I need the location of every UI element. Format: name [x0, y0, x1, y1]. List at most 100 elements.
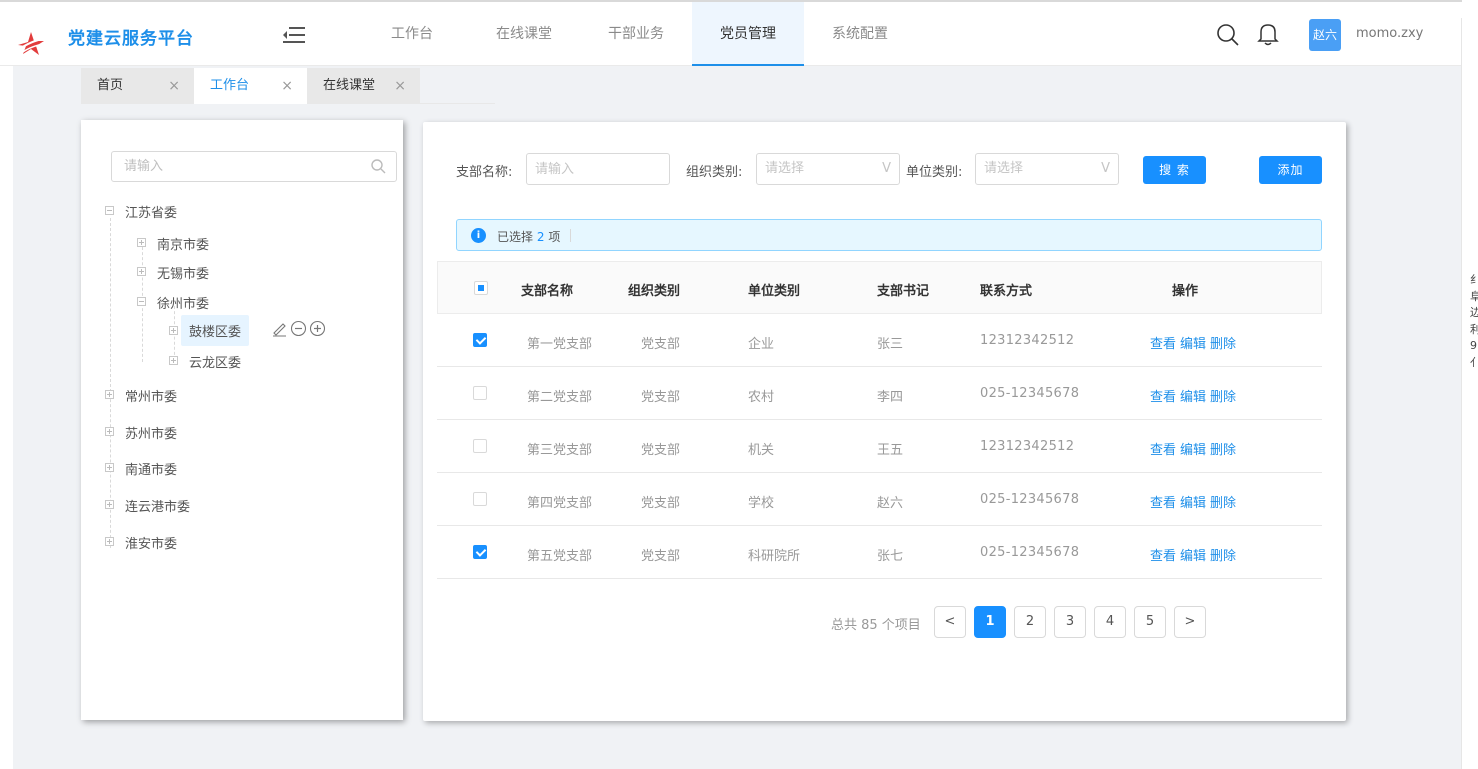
close-icon[interactable]: ×	[168, 68, 180, 104]
page-button-1[interactable]: 1	[974, 606, 1006, 638]
add-button[interactable]: 添加	[1259, 156, 1322, 184]
edit-link[interactable]: 编辑	[1180, 337, 1206, 352]
menu-collapse-icon[interactable]	[283, 26, 305, 44]
bell-icon[interactable]	[1257, 22, 1279, 46]
nav-item-system-config[interactable]: 系统配置	[804, 2, 916, 66]
select-placeholder: 请选择	[765, 161, 805, 176]
tree-node-label: 无锡市委	[157, 267, 210, 282]
expand-icon[interactable]	[105, 537, 114, 546]
branch-list-panel: 支部名称: 组织类别: 请选择 V 单位类别: 请选择 V 搜 索 添加 i 已…	[423, 122, 1346, 721]
branch-name-input[interactable]	[527, 154, 669, 184]
close-icon[interactable]: ×	[394, 68, 406, 104]
edit-link[interactable]: 编辑	[1180, 443, 1206, 458]
cell-name: 第三党支部	[527, 443, 593, 458]
right-edge-divider	[1461, 18, 1462, 769]
cell-contact: 025-12345678	[980, 492, 1080, 507]
col-org-type: 组织类别	[628, 284, 681, 299]
col-actions: 操作	[1172, 284, 1199, 299]
search-icon[interactable]	[371, 159, 386, 174]
expand-icon[interactable]	[105, 390, 114, 399]
row-checkbox[interactable]	[473, 439, 487, 453]
expand-icon[interactable]	[105, 427, 114, 436]
cell-contact: 12312342512	[980, 439, 1075, 454]
close-icon[interactable]: ×	[281, 68, 293, 104]
pagination-total: 总共 85 个项目	[831, 618, 921, 633]
edit-link[interactable]: 编辑	[1180, 496, 1206, 511]
row-checkbox[interactable]	[473, 545, 487, 559]
nav-item-member-management[interactable]: 党员管理	[692, 2, 804, 66]
org-type-select[interactable]: 请选择 V	[756, 153, 900, 185]
edit-link[interactable]: 编辑	[1180, 549, 1206, 564]
view-link[interactable]: 查看	[1150, 390, 1176, 405]
cell-secretary: 张七	[877, 549, 904, 564]
user-name[interactable]: momo.zxy	[1356, 26, 1423, 41]
search-icon[interactable]	[1216, 23, 1240, 47]
cell-org: 党支部	[641, 337, 681, 352]
prev-page-button[interactable]: <	[934, 606, 966, 638]
page-button-3[interactable]: 3	[1054, 606, 1086, 638]
row-checkbox[interactable]	[473, 492, 487, 506]
selection-alert: i 已选择 2 项	[456, 219, 1322, 251]
collapse-icon[interactable]	[137, 297, 146, 306]
next-page-button[interactable]: >	[1174, 606, 1206, 638]
nav-item-cadre-business[interactable]: 干部业务	[580, 2, 692, 66]
row-checkbox[interactable]	[473, 386, 487, 400]
avatar[interactable]: 赵六	[1309, 19, 1341, 51]
tab-home[interactable]: 首页 ×	[81, 68, 194, 104]
edit-icon[interactable]	[271, 320, 288, 337]
page-button-4[interactable]: 4	[1094, 606, 1126, 638]
edge-char: 阜	[1470, 289, 1478, 303]
nav-item-workbench[interactable]: 工作台	[356, 2, 468, 66]
cell-unit: 农村	[748, 390, 775, 405]
expand-icon[interactable]	[105, 500, 114, 509]
cell-secretary: 王五	[877, 443, 904, 458]
collapse-icon[interactable]	[105, 206, 114, 215]
page-button-5[interactable]: 5	[1134, 606, 1166, 638]
expand-icon[interactable]	[137, 238, 146, 247]
table-header: 支部名称 组织类别 单位类别 支部书记 联系方式 操作	[437, 261, 1322, 314]
tree-node-label: 云龙区委	[189, 356, 242, 371]
view-link[interactable]: 查看	[1150, 443, 1176, 458]
tab-workbench[interactable]: 工作台 ×	[194, 68, 307, 104]
delete-link[interactable]: 删除	[1210, 443, 1236, 458]
col-branch-name: 支部名称	[521, 284, 574, 299]
expand-icon[interactable]	[105, 463, 114, 472]
expand-icon[interactable]	[137, 267, 146, 276]
page-button-2[interactable]: 2	[1014, 606, 1046, 638]
view-link[interactable]: 查看	[1150, 549, 1176, 564]
row-checkbox[interactable]	[473, 333, 487, 347]
tree-node-label: 连云港市委	[125, 500, 191, 515]
cell-contact: 025-12345678	[980, 545, 1080, 560]
edge-char: 亻	[1470, 355, 1478, 369]
tree-node-label: 南通市委	[125, 463, 178, 478]
search-button[interactable]: 搜 索	[1143, 156, 1206, 184]
view-link[interactable]: 查看	[1150, 496, 1176, 511]
table-row: 第四党支部 党支部 学校 赵六 025-12345678 查看 编辑 删除	[437, 473, 1322, 526]
delete-link[interactable]: 删除	[1210, 337, 1236, 352]
tab-online-class[interactable]: 在线课堂 ×	[307, 68, 420, 104]
tree-node-label: 常州市委	[125, 390, 178, 405]
plus-circle-icon[interactable]	[309, 320, 326, 337]
nav-item-online-class[interactable]: 在线课堂	[468, 2, 580, 66]
unit-type-label: 单位类别:	[906, 165, 963, 180]
expand-icon[interactable]	[169, 326, 178, 335]
tree-node-label: 淮安市委	[125, 537, 178, 552]
cell-org: 党支部	[641, 443, 681, 458]
tree-search-input[interactable]	[112, 152, 362, 181]
select-all-checkbox[interactable]	[474, 281, 488, 295]
unit-type-select[interactable]: 请选择 V	[975, 153, 1119, 185]
pagination: 总共 85 个项目 < 1 2 3 4 5 >	[423, 606, 1346, 638]
star-logo-icon	[16, 32, 44, 56]
delete-link[interactable]: 删除	[1210, 390, 1236, 405]
org-tree-panel: 江苏省委 南京市委 无锡市委 徐州市委 鼓楼区委 云龙区委 常州市委 苏州市委 …	[81, 120, 403, 720]
tree-node-label: 南京市委	[157, 238, 210, 253]
delete-link[interactable]: 删除	[1210, 496, 1236, 511]
col-unit-type: 单位类别	[748, 284, 801, 299]
row-actions: 查看 编辑 删除	[1150, 333, 1240, 352]
expand-icon[interactable]	[169, 356, 178, 365]
delete-link[interactable]: 删除	[1210, 549, 1236, 564]
view-link[interactable]: 查看	[1150, 337, 1176, 352]
minus-circle-icon[interactable]	[290, 320, 307, 337]
edit-link[interactable]: 编辑	[1180, 390, 1206, 405]
tree-node-label: 苏州市委	[125, 427, 178, 442]
